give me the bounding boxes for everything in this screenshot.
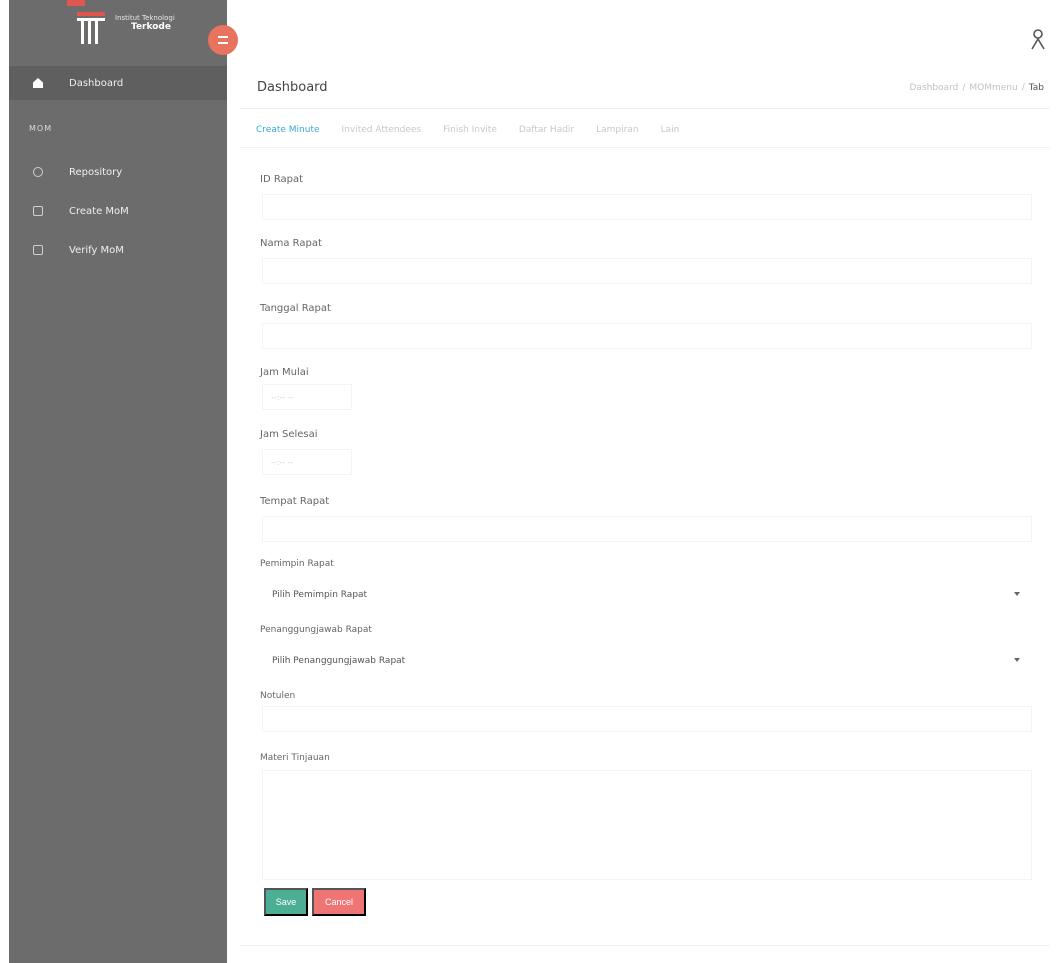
check-icon — [33, 245, 43, 255]
select-value: Pilih Pemimpin Rapat — [272, 590, 368, 600]
hamburger-icon — [218, 36, 228, 44]
tab-finish-invite[interactable]: Finish Invite — [443, 125, 497, 135]
divider — [240, 108, 1050, 109]
tempat-rapat-label: Tempat Rapat — [260, 496, 330, 507]
sidebar-item-label: Create MoM — [69, 205, 129, 217]
sidebar-section-header: MOM — [29, 124, 53, 133]
penanggungjawab-select[interactable]: Pilih Penanggungjawab Rapat — [262, 648, 1032, 674]
breadcrumb-item[interactable]: Dashboard — [910, 83, 959, 93]
select-value: Pilih Penanggungjawab Rapat — [272, 656, 406, 666]
breadcrumb-current: Tab — [1028, 83, 1044, 93]
materi-textarea[interactable] — [262, 770, 1032, 880]
breadcrumb-separator: / — [962, 83, 966, 93]
nama-rapat-input[interactable] — [262, 258, 1032, 284]
circle-icon — [33, 167, 43, 177]
divider — [240, 147, 1050, 148]
jam-selesai-input[interactable]: --:-- -- — [262, 449, 352, 475]
cancel-button[interactable]: Cancel — [312, 888, 366, 916]
breadcrumb-item[interactable]: MOMmenu — [969, 83, 1017, 93]
sidebar-item-label: Repository — [69, 166, 123, 178]
breadcrumb-separator: / — [1021, 83, 1025, 93]
sidebar-item-label: Dashboard — [69, 77, 124, 89]
sidebar-item-create-mom[interactable]: Create MoM — [9, 194, 227, 228]
tanggal-rapat-input[interactable] — [262, 323, 1032, 349]
logo-line2: Terkode — [131, 22, 171, 32]
materi-label: Materi Tinjauan — [260, 753, 330, 763]
tab-daftar-hadir[interactable]: Daftar Hadir — [519, 125, 574, 135]
pemimpin-rapat-select[interactable]: Pilih Pemimpin Rapat — [262, 582, 1032, 608]
edit-icon — [33, 206, 43, 216]
sidebar-item-repository[interactable]: Repository — [9, 155, 227, 189]
page-title: Dashboard — [257, 80, 328, 95]
tab-bar: Create Minute Invited Attendees Finish I… — [256, 125, 701, 135]
home-icon — [33, 78, 43, 88]
sidebar-item-dashboard[interactable]: Dashboard — [9, 66, 227, 100]
pemimpin-rapat-label: Pemimpin Rapat — [260, 559, 334, 569]
tab-lampiran[interactable]: Lampiran — [596, 125, 638, 135]
id-rapat-label: ID Rapat — [260, 174, 304, 185]
jam-mulai-label: Jam Mulai — [260, 367, 309, 378]
id-rapat-input[interactable] — [262, 194, 1032, 220]
tab-invited-attendees[interactable]: Invited Attendees — [342, 125, 422, 135]
sidebar-item-verify-mom[interactable]: Verify MoM — [9, 233, 227, 267]
jam-selesai-label: Jam Selesai — [260, 429, 318, 440]
chevron-down-icon — [1014, 658, 1020, 662]
tab-create-minute[interactable]: Create Minute — [256, 125, 320, 135]
breadcrumb: Dashboard / MOMmenu / Tab — [910, 83, 1045, 93]
user-icon[interactable] — [1030, 28, 1046, 50]
tab-lain[interactable]: Lain — [661, 125, 680, 135]
penanggungjawab-label: Penanggungjawab Rapat — [260, 625, 372, 635]
tanggal-rapat-label: Tanggal Rapat — [260, 303, 331, 314]
logo-area: Institut Teknologi Terkode — [9, 0, 227, 60]
logo-badge — [67, 0, 85, 6]
menu-toggle-button[interactable] — [208, 25, 238, 55]
sidebar-item-label: Verify MoM — [69, 244, 124, 256]
notulen-label: Notulen — [260, 691, 296, 701]
tempat-rapat-input[interactable] — [262, 516, 1032, 542]
logo-text: Institut Teknologi Terkode — [115, 14, 195, 32]
notulen-input[interactable] — [262, 706, 1032, 732]
logo-icon — [77, 12, 105, 44]
chevron-down-icon — [1014, 592, 1020, 596]
nama-rapat-label: Nama Rapat — [260, 238, 322, 249]
sidebar: Institut Teknologi Terkode Dashboard MOM… — [9, 0, 227, 963]
divider — [240, 945, 1050, 946]
jam-mulai-input[interactable]: --:-- -- — [262, 384, 352, 410]
save-button[interactable]: Save — [264, 888, 308, 916]
